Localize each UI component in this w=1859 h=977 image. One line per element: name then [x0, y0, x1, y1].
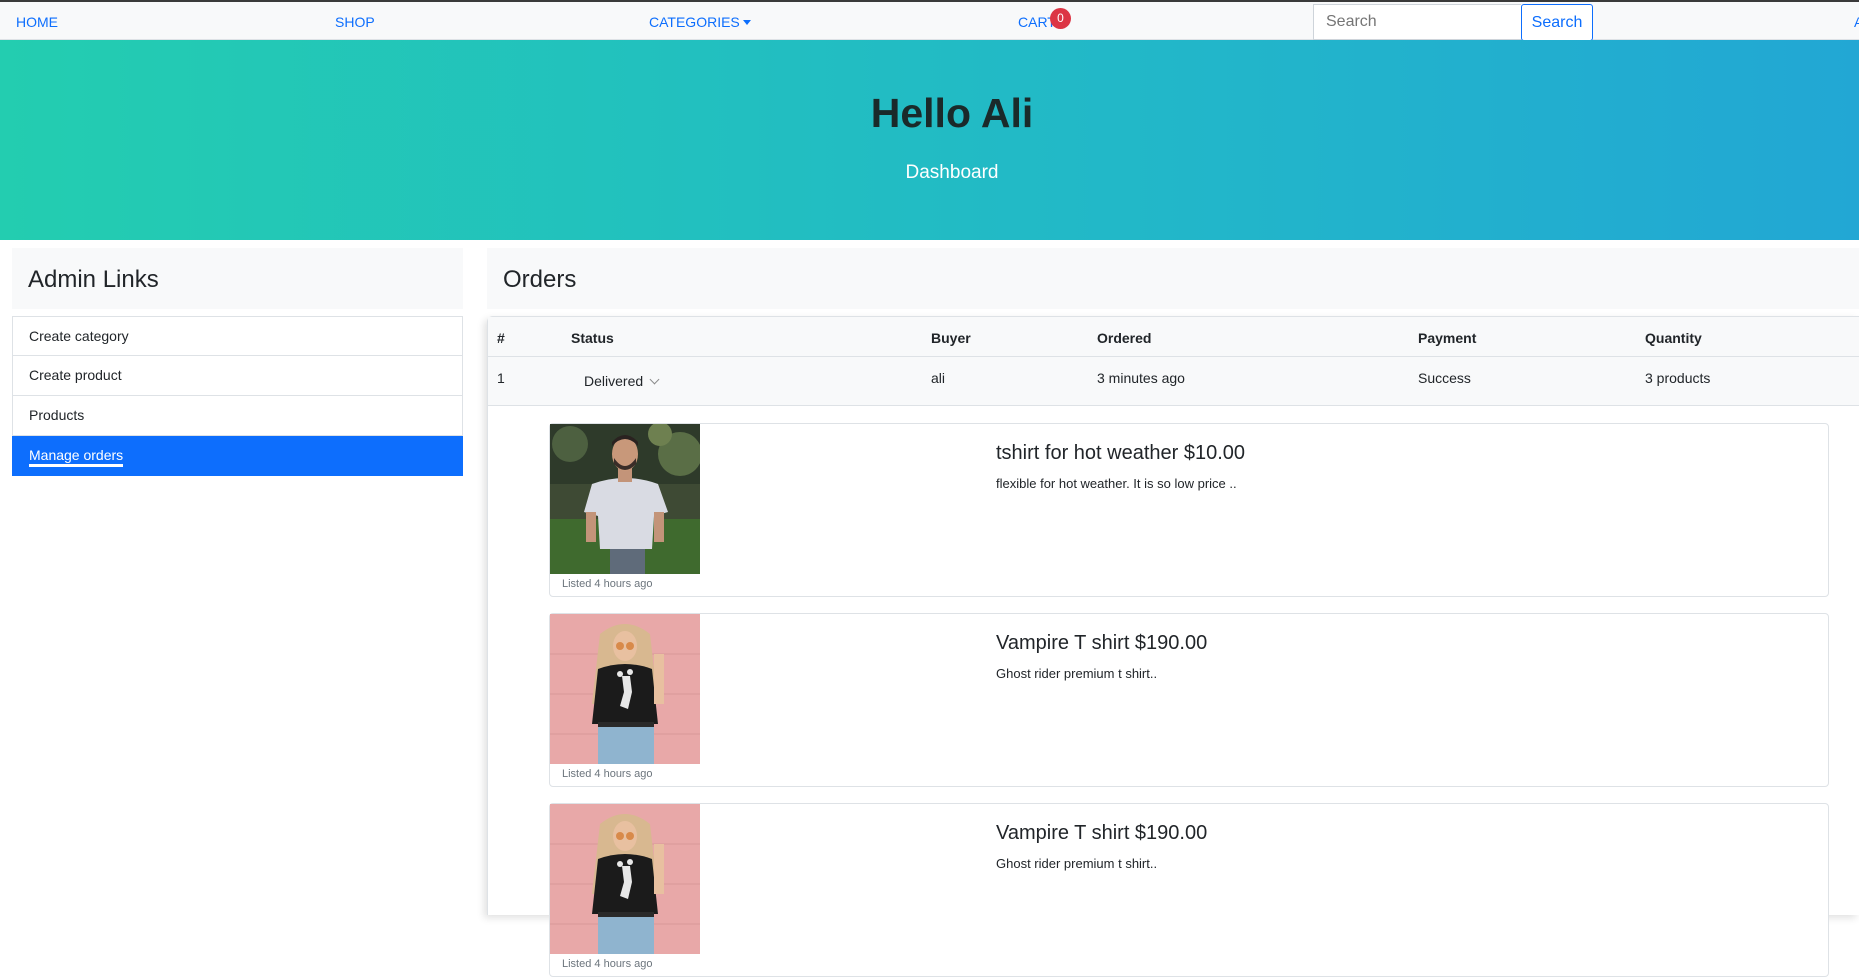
top-navbar: HOME SHOP CATEGORIES CART 0 Search A — [0, 0, 1859, 41]
cart-count-badge: 0 — [1050, 8, 1071, 29]
orders-title: Orders — [503, 266, 577, 293]
admin-link-label: Manage orders — [29, 447, 124, 467]
admin-links-title: Admin Links — [28, 266, 159, 293]
admin-link-label: Create category — [29, 328, 129, 344]
product-description: Ghost rider premium t shirt.. — [996, 666, 1158, 681]
admin-link-manage-orders[interactable]: Manage orders — [12, 436, 463, 476]
hero-banner: Hello Ali Dashboard — [0, 40, 1859, 240]
order-number: 1 — [497, 370, 505, 386]
col-header-number: # — [497, 330, 505, 346]
product-image — [550, 614, 700, 764]
search-input[interactable] — [1313, 4, 1521, 40]
product-listed-time: Listed 4 hours ago — [562, 768, 653, 780]
product-title: tshirt for hot weather $10.00 — [996, 442, 1246, 464]
product-card: Listed 4 hours ago Vampire T shirt $190.… — [549, 613, 1829, 787]
caret-down-icon — [742, 20, 751, 25]
order-status-value: Delivered — [584, 373, 644, 389]
admin-links-list: Create category Create product Products … — [12, 316, 463, 476]
nav-categories-label: CATEGORIES — [649, 14, 740, 30]
chevron-down-icon — [649, 374, 660, 385]
product-image — [550, 804, 700, 954]
product-title: Vampire T shirt $190.00 — [996, 632, 1208, 654]
product-listed-time: Listed 4 hours ago — [562, 958, 653, 970]
order-ordered-time: 3 minutes ago — [1097, 370, 1185, 386]
search-button[interactable]: Search — [1521, 4, 1593, 41]
admin-link-label: Create product — [29, 367, 122, 383]
hero-subtitle: Dashboard — [905, 162, 999, 183]
orders-table-container: # Status Buyer Ordered Payment Quantity … — [487, 316, 1859, 977]
col-header-status: Status — [571, 330, 614, 346]
nav-shop-link[interactable]: SHOP — [335, 14, 375, 30]
admin-links-header: Admin Links — [12, 248, 463, 309]
col-header-buyer: Buyer — [931, 330, 971, 346]
orders-header: Orders — [487, 248, 1859, 309]
product-description: flexible for hot weather. It is so low p… — [996, 476, 1237, 491]
nav-edge-link[interactable]: A — [1854, 14, 1859, 30]
order-quantity: 3 products — [1645, 370, 1711, 386]
admin-link-create-category[interactable]: Create category — [12, 316, 463, 356]
product-card: Listed 4 hours ago tshirt for hot weathe… — [549, 423, 1829, 597]
product-description: Ghost rider premium t shirt.. — [996, 856, 1158, 871]
product-title: Vampire T shirt $190.00 — [996, 822, 1208, 844]
product-image — [550, 424, 700, 574]
admin-link-products[interactable]: Products — [12, 396, 463, 436]
order-buyer: ali — [931, 370, 946, 386]
product-listed-time: Listed 4 hours ago — [562, 578, 653, 590]
col-header-payment: Payment — [1418, 330, 1477, 346]
nav-categories-dropdown[interactable]: CATEGORIES — [649, 14, 751, 30]
product-card: Listed 4 hours ago Vampire T shirt $190.… — [549, 803, 1829, 977]
admin-link-label: Products — [29, 407, 85, 423]
order-status-select[interactable]: Delivered — [584, 373, 660, 389]
col-header-quantity: Quantity — [1645, 330, 1702, 346]
table-row: 1 Delivered ali 3 minutes ago Success 3 … — [488, 357, 1859, 406]
hero-title: Hello Ali — [870, 90, 1034, 136]
admin-link-create-product[interactable]: Create product — [12, 356, 463, 396]
orders-table-header: # Status Buyer Ordered Payment Quantity — [488, 317, 1859, 357]
order-payment: Success — [1418, 370, 1471, 386]
nav-home-link[interactable]: HOME — [16, 14, 58, 30]
col-header-ordered: Ordered — [1097, 330, 1152, 346]
